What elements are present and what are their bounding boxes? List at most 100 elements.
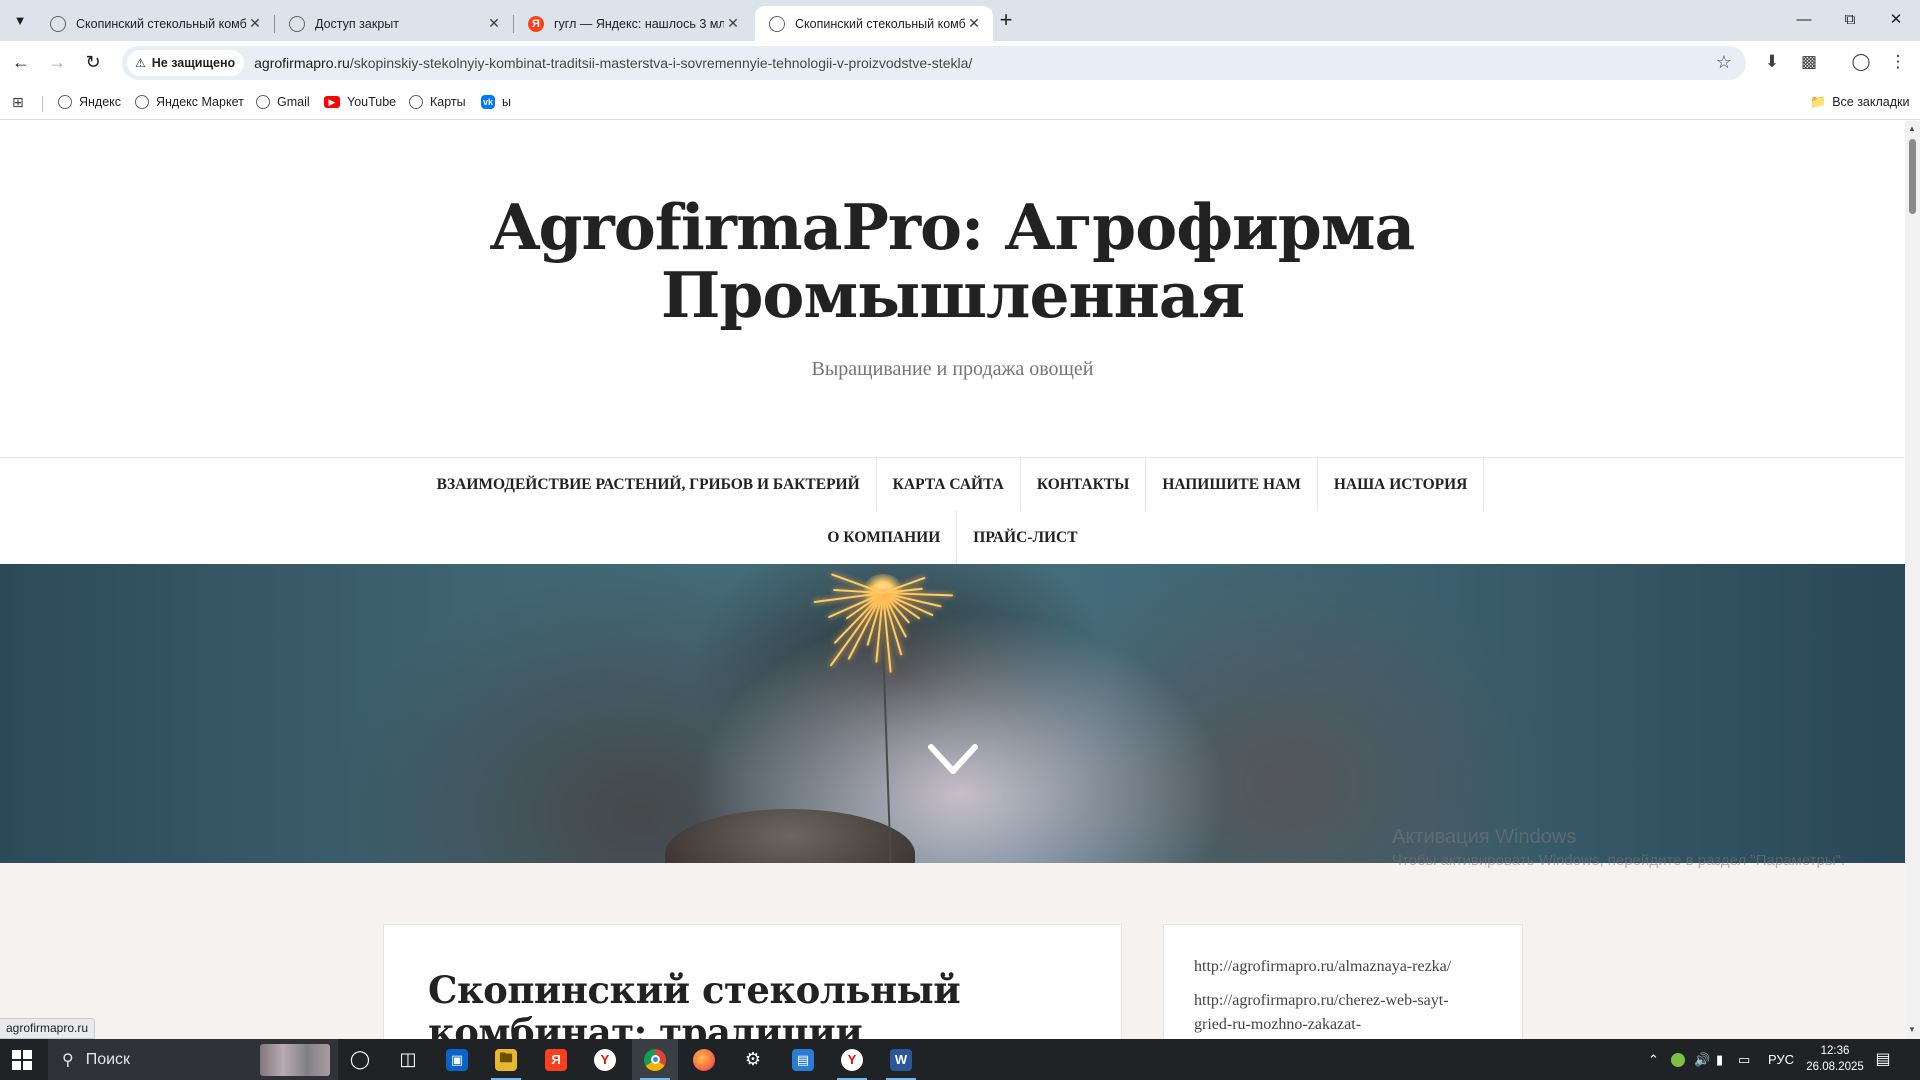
tray-chevron-up-icon[interactable]: ⌃ xyxy=(1648,1039,1659,1080)
reload-button[interactable]: ↻ xyxy=(80,49,106,75)
page-viewport: AgrofirmaPro: Агрофирма Промышленная Выр… xyxy=(0,121,1905,1039)
url-text[interactable]: agrofirmapro.ru/skopinskiy-stekolnyiy-ko… xyxy=(254,55,972,71)
profile-icon[interactable]: ◯ xyxy=(1849,50,1873,74)
bookmark-maps[interactable]: Карты xyxy=(409,92,466,112)
volume-icon[interactable]: 🔊 xyxy=(1694,1039,1710,1080)
nav-item-about[interactable]: О КОМПАНИИ xyxy=(811,511,958,564)
bookmark-label: Яндекс Маркет xyxy=(156,95,244,109)
nav-item-sitemap[interactable]: КАРТА САЙТА xyxy=(877,458,1021,511)
chrome-icon[interactable] xyxy=(632,1039,678,1080)
windows-start-icon[interactable] xyxy=(12,1050,32,1070)
tray-app-icon[interactable] xyxy=(1671,1039,1685,1080)
yandex-app-icon[interactable]: Я xyxy=(533,1039,579,1080)
post-title[interactable]: Скопинский стекольный комбинат: традиции… xyxy=(428,969,1108,1039)
firefox-icon[interactable] xyxy=(681,1039,727,1080)
menu-icon[interactable]: ⋮ xyxy=(1886,50,1910,74)
tab-3[interactable]: Я гугл — Яндекс: нашлось 3 млн ✕ xyxy=(514,6,752,41)
network-icon[interactable]: ▭ xyxy=(1738,1039,1750,1080)
bookmark-yandex[interactable]: Яндекс xyxy=(58,92,121,112)
tab-search-button[interactable]: ▼ xyxy=(8,8,32,32)
link-status-bubble: agrofirmapro.ru xyxy=(0,1018,96,1039)
cortana-icon[interactable]: ◯ xyxy=(337,1039,383,1080)
close-window-button[interactable]: ✕ xyxy=(1874,6,1918,34)
tab-title: Скопинский стекольный комб xyxy=(795,16,965,31)
globe-icon xyxy=(769,15,785,32)
chevron-down-icon: ▼ xyxy=(13,12,27,28)
site-title[interactable]: AgrofirmaPro: Агрофирма Промышленная xyxy=(0,193,1905,329)
tab-title: гугл — Яндекс: нашлось 3 млн xyxy=(554,16,724,31)
bookmark-star-icon[interactable]: ☆ xyxy=(1716,52,1732,73)
taskbar-search-placeholder: Поиск xyxy=(85,1050,131,1068)
tab-4-active[interactable]: Скопинский стекольный комб ✕ xyxy=(755,6,993,41)
bookmark-youtube[interactable]: ▶ YouTube xyxy=(324,92,396,112)
search-icon: ⚲ xyxy=(62,1051,74,1069)
forward-button[interactable]: → xyxy=(44,49,70,75)
extensions-icon[interactable]: ▩ xyxy=(1797,50,1821,74)
bookmark-label: Gmail xyxy=(277,95,310,109)
sidebar-widget: http://agrofirmapro.ru/almaznaya-rezka/ … xyxy=(1163,924,1523,1039)
taskbar-search[interactable]: ⚲ Поиск xyxy=(48,1039,338,1080)
search-highlight-image xyxy=(260,1044,330,1076)
widget-link-1[interactable]: http://agrofirmapro.ru/almaznaya-rezka/ xyxy=(1194,955,1451,979)
scroll-up-arrow-icon[interactable]: ▲ xyxy=(1908,124,1916,133)
youtube-icon: ▶ xyxy=(324,96,340,108)
news-app-icon[interactable]: ▤ xyxy=(780,1039,826,1080)
url-host: agrofirmapro.ru xyxy=(254,55,350,71)
bookmark-vk[interactable]: vk ы xyxy=(481,92,511,112)
security-chip[interactable]: ⚠ Не защищено xyxy=(127,50,245,76)
close-icon[interactable]: ✕ xyxy=(965,15,983,32)
store-icon[interactable]: ▣ xyxy=(434,1039,480,1080)
clock-time: 12:36 xyxy=(1820,1045,1850,1057)
tab-title: Доступ закрыт xyxy=(315,16,399,31)
browser-toolbar: ← → ↻ ⚠ Не защищено agrofirmapro.ru/skop… xyxy=(0,41,1920,84)
tab-1[interactable]: Скопинский стекольный комб ✕ xyxy=(36,6,274,41)
globe-icon xyxy=(58,95,72,109)
post-card: Скопинский стекольный комбинат: традиции… xyxy=(383,924,1122,1039)
all-bookmarks-button[interactable]: 📁 Все закладки xyxy=(1810,92,1909,112)
apps-grid-icon[interactable]: ⊞ xyxy=(12,92,24,112)
nav-item-interactions[interactable]: ВЗАИМОДЕЙСТВИЕ РАСТЕНИЙ, ГРИБОВ И БАКТЕР… xyxy=(421,458,877,511)
nav-row-2: О КОМПАНИИ ПРАЙС-ЛИСТ xyxy=(0,511,1905,564)
scroll-down-chevron-icon[interactable] xyxy=(928,743,978,777)
warning-icon: ⚠ xyxy=(135,56,146,70)
back-button[interactable]: ← xyxy=(8,49,34,75)
close-icon[interactable]: ✕ xyxy=(724,15,742,32)
tab-2[interactable]: Доступ закрыт ✕ xyxy=(275,6,513,41)
nav-item-write-us[interactable]: НАПИШИТЕ НАМ xyxy=(1146,458,1318,511)
scrollbar-thumb[interactable] xyxy=(1909,139,1916,214)
nav-item-price-list[interactable]: ПРАЙС-ЛИСТ xyxy=(957,511,1093,564)
site-description: Выращивание и продажа овощей xyxy=(811,358,1094,380)
globe-icon xyxy=(256,95,270,109)
language-indicator[interactable]: РУС xyxy=(1768,1039,1794,1080)
bookmark-yandex-market[interactable]: Яндекс Маркет xyxy=(135,92,244,112)
nav-item-history[interactable]: НАША ИСТОРИЯ xyxy=(1318,458,1485,511)
yandex-browser-icon[interactable]: Y xyxy=(582,1039,628,1080)
nav-row-1: ВЗАИМОДЕЙСТВИЕ РАСТЕНИЙ, ГРИБОВ И БАКТЕР… xyxy=(0,458,1905,511)
page-scrollbar[interactable]: ▲ ▼ xyxy=(1905,121,1920,1039)
bookmark-label: Карты xyxy=(430,95,466,109)
bookmark-gmail[interactable]: Gmail xyxy=(256,92,310,112)
battery-icon[interactable]: ▮ xyxy=(1716,1039,1723,1080)
close-icon[interactable]: ✕ xyxy=(246,15,264,32)
download-extension-icon[interactable]: ⬇ xyxy=(1760,50,1784,74)
notifications-icon[interactable]: ▤ xyxy=(1872,1049,1894,1069)
taskbar-clock[interactable]: 12:36 26.08.2025 xyxy=(1800,1043,1870,1075)
clock-date: 26.08.2025 xyxy=(1806,1061,1864,1073)
restore-button[interactable]: ⧉ xyxy=(1828,6,1872,34)
yandex-icon: Я xyxy=(528,15,544,32)
nav-item-contacts[interactable]: КОНТАКТЫ xyxy=(1021,458,1147,511)
yandex-browser-2-icon[interactable]: Y xyxy=(829,1039,875,1080)
task-view-icon[interactable]: ◫ xyxy=(385,1039,431,1080)
bookmarks-bar: ⊞ Яндекс Яндекс Маркет Gmail ▶ YouTube К… xyxy=(0,84,1920,120)
site-title-line-1: AgrofirmaPro: Агрофирма xyxy=(490,190,1416,264)
widget-link-2-cont[interactable]: gried-ru-mozhno-zakazat- xyxy=(1194,1013,1361,1037)
word-icon[interactable]: W xyxy=(878,1039,924,1080)
file-explorer-icon[interactable]: 🖿 xyxy=(483,1039,529,1080)
new-tab-button[interactable]: + xyxy=(993,8,1019,34)
close-icon[interactable]: ✕ xyxy=(485,15,503,32)
widget-link-2[interactable]: http://agrofirmapro.ru/cherez-web-sayt- xyxy=(1194,989,1449,1013)
settings-gear-icon[interactable]: ⚙ xyxy=(730,1039,776,1080)
scroll-down-arrow-icon[interactable]: ▼ xyxy=(1908,1025,1916,1034)
address-bar[interactable]: ⚠ Не защищено agrofirmapro.ru/skopinskiy… xyxy=(122,46,1746,80)
minimize-button[interactable]: — xyxy=(1782,6,1826,34)
